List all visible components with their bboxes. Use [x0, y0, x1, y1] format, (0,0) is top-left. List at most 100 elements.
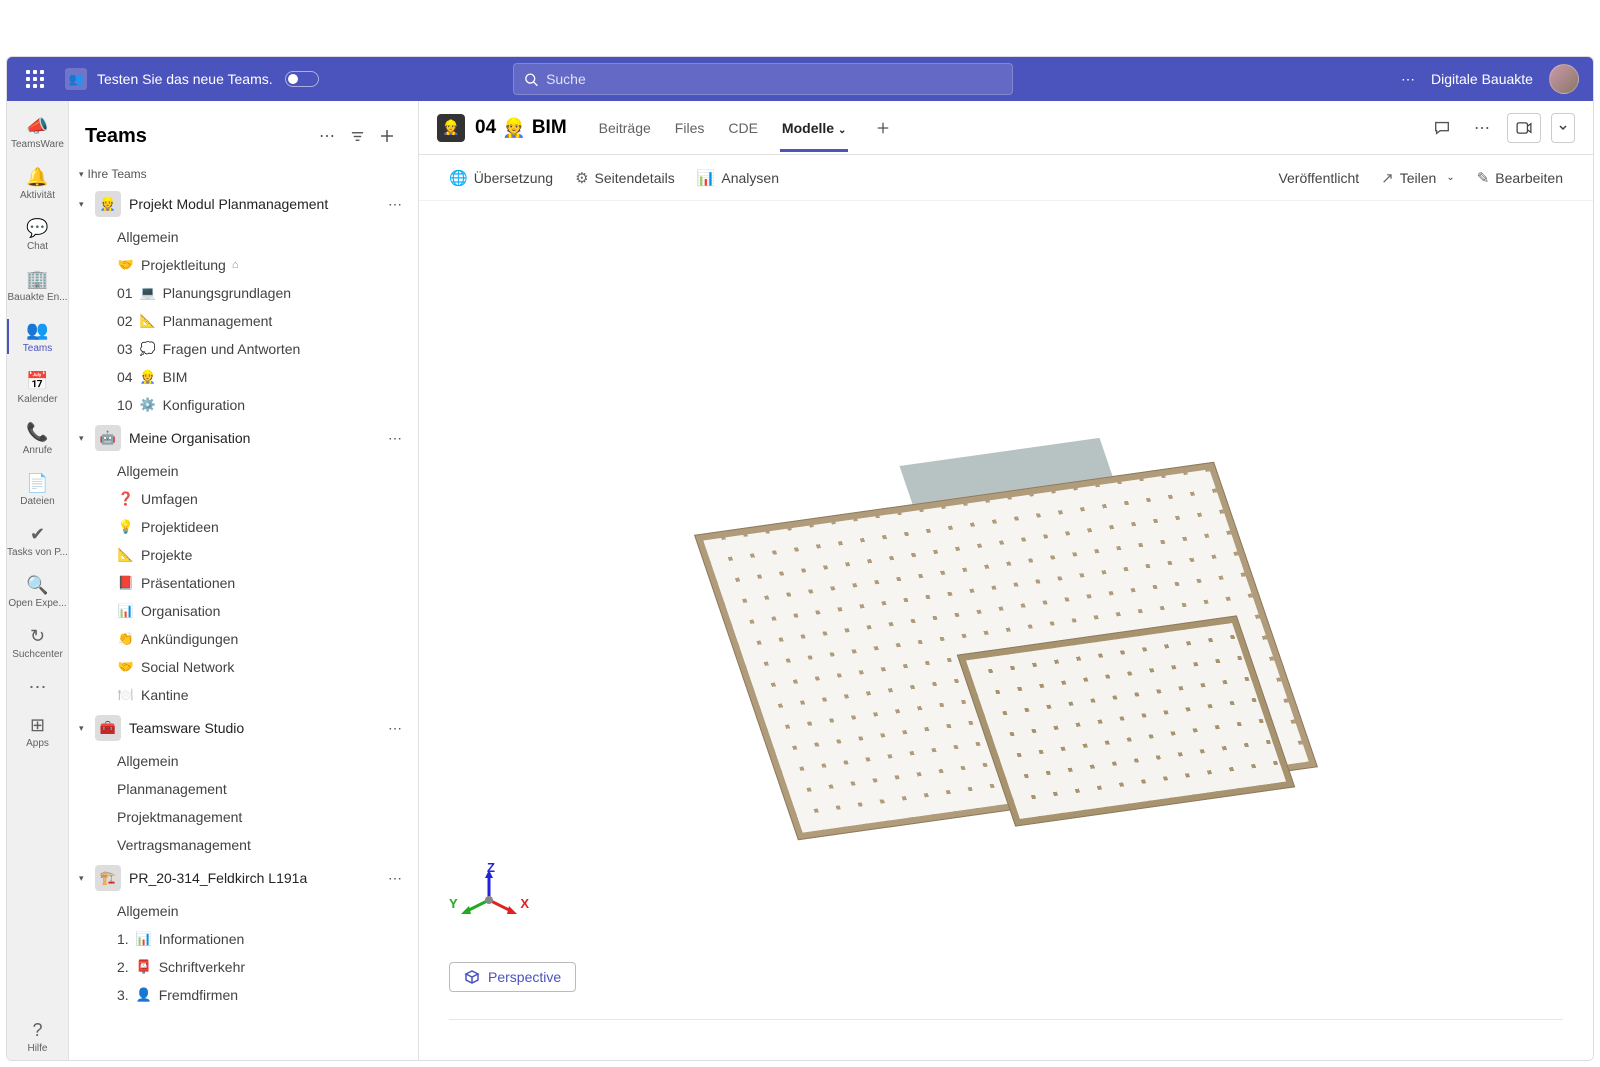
page-toolbar: 🌐Übersetzung ⚙Seitendetails 📊Analysen Ve…	[419, 155, 1593, 201]
axis-gizmo[interactable]: Z Y X	[449, 860, 529, 940]
app-launcher-icon[interactable]	[21, 65, 49, 93]
channel-label: Informationen	[159, 931, 245, 947]
channel-avatar-icon: 👷	[437, 114, 465, 142]
channel-item[interactable]: 🤝Projektleitung⌂	[69, 251, 418, 279]
channel-item[interactable]: 3.👤Fremdfirmen	[69, 981, 418, 1009]
team-more-icon[interactable]: ⋯	[382, 720, 408, 737]
channel-item[interactable]: 1.📊Informationen	[69, 925, 418, 953]
channel-item[interactable]: 📐Projekte	[69, 541, 418, 569]
translate-button[interactable]: 🌐Übersetzung	[449, 169, 553, 187]
channel-label: Planmanagement	[163, 313, 273, 329]
team-more-icon[interactable]: ⋯	[382, 870, 408, 887]
team-more-icon[interactable]: ⋯	[382, 430, 408, 447]
conversation-icon[interactable]	[1427, 113, 1457, 143]
channel-item[interactable]: 💡Projektideen	[69, 513, 418, 541]
user-avatar[interactable]	[1549, 64, 1579, 94]
add-tab-icon[interactable]	[868, 113, 898, 143]
rail-item-bauakte[interactable]: 🏢Bauakte En...	[7, 262, 68, 309]
app-rail: 📣TeamsWare🔔Aktivität💬Chat🏢Bauakte En...👥…	[7, 101, 69, 1060]
team-row[interactable]: 🏗️PR_20-314_Feldkirch L191a⋯	[69, 859, 418, 897]
account-name[interactable]: Digitale Bauakte	[1431, 71, 1533, 87]
tab-beiträge[interactable]: Beiträge	[587, 104, 663, 152]
tab-files[interactable]: Files	[663, 104, 717, 152]
team-avatar-icon: 🧰	[95, 715, 121, 741]
rail-label: Open Expe...	[8, 598, 66, 609]
perspective-button[interactable]: Perspective	[449, 962, 576, 992]
rail-item-apps[interactable]: ⊞ Apps	[7, 708, 68, 755]
more-icon: ⋯	[27, 676, 49, 698]
your-teams-label[interactable]: Ihre Teams	[69, 163, 418, 185]
channel-item[interactable]: 📕Präsentationen	[69, 569, 418, 597]
channel-item[interactable]: Planmanagement	[69, 775, 418, 803]
channel-item[interactable]: Vertragsmanagement	[69, 831, 418, 859]
channel-item[interactable]: Projektmanagement	[69, 803, 418, 831]
apps-icon: ⊞	[27, 714, 49, 736]
channel-item[interactable]: 🍽️Kantine	[69, 681, 418, 709]
top-more-icon[interactable]: ⋯	[1401, 71, 1415, 88]
main-content: 👷 04 👷 BIM BeiträgeFilesCDEModelle⌄ ⋯	[419, 101, 1593, 1060]
channel-item[interactable]: 10⚙️Konfiguration	[69, 391, 418, 419]
search-box[interactable]	[513, 63, 1013, 95]
channel-item[interactable]: 03💭Fragen und Antworten	[69, 335, 418, 363]
private-icon: ⌂	[232, 259, 239, 271]
rail-item-help[interactable]: ?Hilfe	[7, 1013, 68, 1060]
calendar-icon: 📅	[27, 370, 49, 392]
teams-logo-icon: 👥	[65, 68, 87, 90]
teams-more-icon[interactable]: ⋯	[312, 121, 342, 151]
share-button[interactable]: ↗Teilen⌄	[1381, 169, 1455, 187]
channel-item[interactable]: Allgemein	[69, 747, 418, 775]
channel-item[interactable]: 01💻Planungsgrundlagen	[69, 279, 418, 307]
rail-label: Tasks von P...	[7, 547, 68, 558]
analytics-button[interactable]: 📊Analysen	[697, 169, 779, 187]
edit-button[interactable]: ✎Bearbeiten	[1477, 169, 1563, 187]
team-name: Meine Organisation	[129, 430, 374, 446]
channel-label: Kantine	[141, 687, 188, 703]
chevron-down-icon: ⌄	[838, 125, 846, 136]
channel-item[interactable]: Allgemein	[69, 897, 418, 925]
team-row[interactable]: 🧰Teamsware Studio⋯	[69, 709, 418, 747]
page-details-button[interactable]: ⚙Seitendetails	[575, 169, 675, 187]
channel-prefix: 04	[117, 369, 133, 385]
channel-item[interactable]: 02📐Planmanagement	[69, 307, 418, 335]
search-input[interactable]	[546, 71, 1002, 87]
viewport-divider	[449, 1019, 1563, 1020]
meet-dropdown[interactable]	[1551, 113, 1575, 143]
channel-item[interactable]: 04👷BIM	[69, 363, 418, 391]
channel-tab-bar: 👷 04 👷 BIM BeiträgeFilesCDEModelle⌄ ⋯	[419, 101, 1593, 155]
team-more-icon[interactable]: ⋯	[382, 196, 408, 213]
channel-item[interactable]: 🤝Social Network	[69, 653, 418, 681]
channel-item[interactable]: ❓Umfagen	[69, 485, 418, 513]
tab-modelle[interactable]: Modelle⌄	[770, 104, 859, 152]
channel-item[interactable]: 2.📮Schriftverkehr	[69, 953, 418, 981]
rail-item-more[interactable]: ⋯	[7, 670, 68, 704]
tab-cde[interactable]: CDE	[716, 104, 770, 152]
rail-item-files[interactable]: 📄Dateien	[7, 466, 68, 513]
rail-item-teams[interactable]: 👥Teams	[7, 313, 68, 360]
team-row[interactable]: 🤖Meine Organisation⋯	[69, 419, 418, 457]
rail-label: Apps	[26, 738, 49, 749]
rail-item-openexp[interactable]: 🔍Open Expe...	[7, 568, 68, 615]
rail-item-activity[interactable]: 🔔Aktivität	[7, 160, 68, 207]
model-viewport[interactable]: Z Y X Perspective	[419, 201, 1593, 1060]
team-row[interactable]: 👷Projekt Modul Planmanagement⋯	[69, 185, 418, 223]
channel-label: Allgemein	[117, 903, 178, 919]
teams-add-icon[interactable]	[372, 121, 402, 151]
rail-item-search[interactable]: ↻Suchcenter	[7, 619, 68, 666]
channel-item[interactable]: 👏Ankündigungen	[69, 625, 418, 653]
teams-filter-icon[interactable]	[342, 121, 372, 151]
rail-item-chat[interactable]: 💬Chat	[7, 211, 68, 258]
try-new-teams-toggle[interactable]	[285, 71, 319, 87]
meet-button[interactable]	[1507, 113, 1541, 143]
channel-item[interactable]: Allgemein	[69, 457, 418, 485]
channel-label: Allgemein	[117, 463, 178, 479]
channel-item[interactable]: Allgemein	[69, 223, 418, 251]
channel-emoji-icon: 👷	[139, 369, 157, 385]
rail-item-calendar[interactable]: 📅Kalender	[7, 364, 68, 411]
channel-emoji-icon: 💡	[117, 519, 135, 535]
rail-item-calls[interactable]: 📞Anrufe	[7, 415, 68, 462]
channel-emoji-icon: 💻	[139, 285, 157, 301]
rail-item-teamsware[interactable]: 📣TeamsWare	[7, 109, 68, 156]
rail-item-tasks[interactable]: ✔Tasks von P...	[7, 517, 68, 564]
channel-item[interactable]: 📊Organisation	[69, 597, 418, 625]
tab-more-icon[interactable]: ⋯	[1467, 113, 1497, 143]
